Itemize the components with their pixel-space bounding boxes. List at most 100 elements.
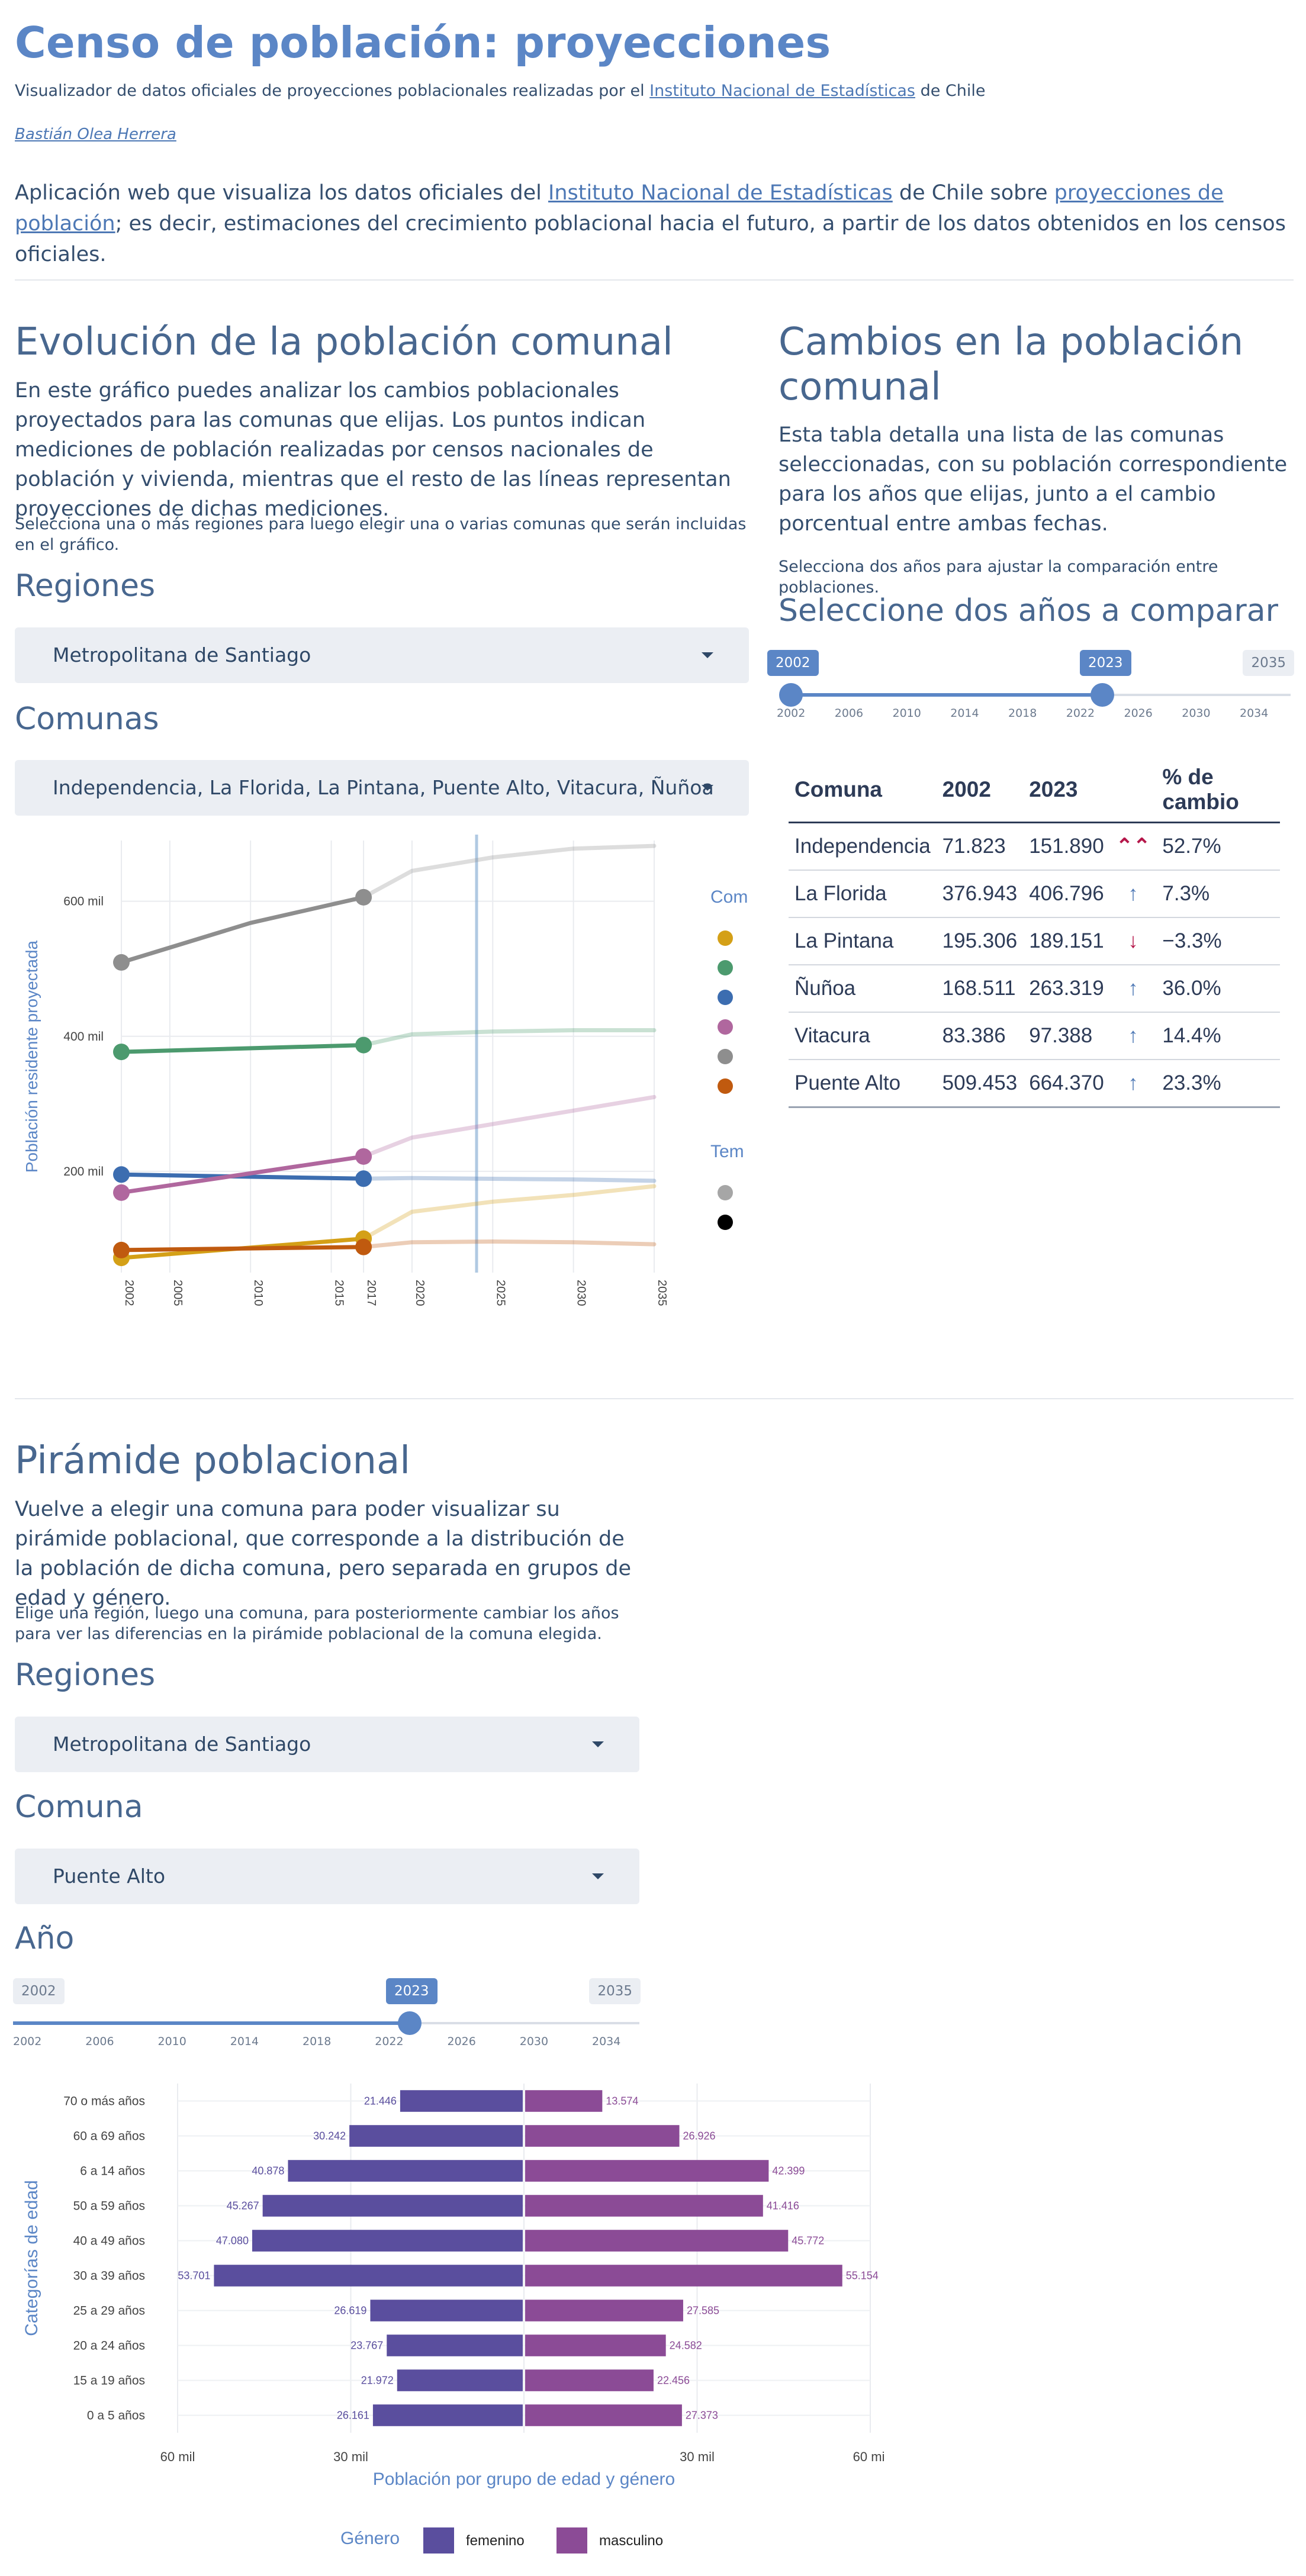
divider (15, 279, 1294, 281)
census-point[interactable] (113, 1044, 130, 1061)
table-row: La Florida 376.943 406.796 ↑ 7.3% (789, 870, 1280, 918)
legend-swatch[interactable] (718, 1049, 733, 1064)
evolucion-title: Evolución de la población comunal (15, 320, 673, 364)
census-point[interactable] (355, 1170, 372, 1187)
cell-year-a: 71.823 (936, 822, 1024, 871)
bar-femenino[interactable] (372, 2404, 523, 2426)
legend-swatch[interactable] (557, 2527, 587, 2554)
slider-tick-label: 2006 (85, 2035, 114, 2048)
bar-femenino[interactable] (252, 2230, 523, 2252)
anio-slider-value: 2023 (386, 1978, 438, 2004)
y-tick-label: 30 a 39 años (73, 2269, 145, 2283)
slider-tick-label: 2018 (1008, 707, 1037, 720)
table-row: Ñuñoa 168.511 263.319 ↑ 36.0% (789, 965, 1280, 1013)
census-point[interactable] (355, 1148, 372, 1165)
legend-swatch[interactable] (718, 1215, 733, 1230)
cell-pct: −3.3% (1156, 917, 1280, 965)
slider-tick-label: 2002 (13, 2035, 42, 2048)
intro-ine-link[interactable]: Instituto Nacional de Estadísticas (548, 181, 893, 205)
cell-comuna: Independencia (789, 822, 937, 871)
bar-femenino[interactable] (288, 2160, 523, 2182)
bar-masculino[interactable] (525, 2090, 603, 2112)
y-tick-label: 6 a 14 años (80, 2165, 145, 2178)
y-tick-label: 400 mil (63, 1030, 104, 1044)
x-tick-label: 2025 (494, 1280, 507, 1306)
ine-link[interactable]: Instituto Nacional de Estadísticas (649, 82, 915, 100)
census-point[interactable] (355, 1036, 372, 1054)
data-label-femenino: 23.767 (350, 2340, 383, 2352)
y-tick-label: 20 a 24 años (73, 2339, 145, 2353)
slider-tick-label: 2010 (157, 2035, 186, 2048)
census-point[interactable] (355, 1238, 372, 1255)
bar-femenino[interactable] (214, 2265, 523, 2287)
bar-masculino[interactable] (525, 2334, 666, 2356)
piramide-regiones-label: Regiones (15, 1657, 156, 1693)
piramide-regiones-select[interactable]: Metropolitana de Santiago (15, 1717, 639, 1772)
legend-swatch[interactable] (423, 2527, 454, 2554)
slider-tick-label: 2022 (1066, 707, 1095, 720)
comparison-table: Comuna 2002 2023 % de cambio Independenc… (789, 758, 1280, 1108)
legend-swatch[interactable] (718, 990, 733, 1005)
anio-slider[interactable]: 2002 2023 2035 2002 2006 2010 2014 2018 2022 2… (13, 1978, 641, 2049)
legend-swatch[interactable] (718, 1185, 733, 1200)
projection-line (361, 1239, 657, 1250)
series-line (119, 1245, 366, 1252)
chevron-down-icon (592, 1741, 604, 1747)
bar-masculino[interactable] (525, 2404, 682, 2426)
slider-tick-label: 2030 (519, 2035, 549, 2048)
year-range-slider[interactable]: 2002 2023 2035 2002 2006 2010 2014 2018 2022 2… (767, 650, 1294, 721)
x-tick-label: 2002 (123, 1280, 136, 1306)
piramide-comuna-select[interactable]: Puente Alto (15, 1849, 639, 1904)
cell-year-b: 151.890 (1023, 822, 1110, 871)
legend-swatch[interactable] (718, 930, 733, 946)
slider-tick-label: 2030 (1182, 707, 1211, 720)
regiones-select[interactable]: Metropolitana de Santiago (15, 627, 749, 683)
legend-label: masculino (599, 2533, 663, 2549)
census-point[interactable] (355, 888, 372, 906)
bar-femenino[interactable] (400, 2090, 523, 2112)
subtitle-text-end: de Chile (915, 82, 986, 100)
table-row: Independencia 71.823 151.890 ⌃⌃ 52.7% (789, 822, 1280, 871)
bar-femenino[interactable] (262, 2195, 523, 2217)
bar-femenino[interactable] (349, 2125, 523, 2147)
piramide-title: Pirámide poblacional (15, 1439, 411, 1483)
cell-pct: 7.3% (1156, 870, 1280, 918)
census-point[interactable] (113, 1241, 130, 1258)
evolucion-hint: Selecciona una o más regiones para luego… (15, 515, 747, 554)
bar-masculino[interactable] (525, 2265, 842, 2287)
census-point[interactable] (113, 954, 130, 971)
piramide-comuna-value: Puente Alto (53, 1865, 166, 1888)
census-point[interactable] (113, 1166, 130, 1183)
census-point[interactable] (113, 1184, 130, 1201)
cell-arrow: ⌃⌃ (1109, 822, 1157, 871)
slider-tick-label: 2018 (303, 2035, 332, 2048)
legend-swatch[interactable] (718, 1078, 733, 1094)
projection-line (361, 1028, 657, 1048)
table-row: Puente Alto 509.453 664.370 ↑ 23.3% (789, 1060, 1280, 1108)
bar-masculino[interactable] (525, 2369, 654, 2391)
slider-tick-label: 2010 (892, 707, 921, 720)
slider-tick-label: 2034 (1240, 707, 1269, 720)
bar-masculino[interactable] (525, 2125, 680, 2147)
author-link[interactable]: Bastián Olea Herrera (15, 125, 176, 143)
bar-masculino[interactable] (525, 2195, 763, 2217)
slider-tick-label: 2022 (375, 2035, 404, 2048)
legend-swatch[interactable] (718, 960, 733, 975)
data-label-masculino: 55.154 (846, 2270, 879, 2282)
col-arrow (1109, 758, 1157, 823)
legend-title-temporal: Tem (710, 1142, 744, 1161)
bar-femenino[interactable] (387, 2334, 523, 2356)
slider-to-label: 2023 (1080, 650, 1131, 676)
bar-femenino[interactable] (370, 2300, 523, 2321)
data-label-femenino: 53.701 (178, 2270, 210, 2282)
piramide-lead: Vuelve a elegir una comuna para poder vi… (15, 1498, 631, 1610)
comunas-select[interactable]: Independencia, La Florida, La Pintana, P… (15, 760, 749, 816)
legend-swatch[interactable] (718, 1019, 733, 1035)
bar-masculino[interactable] (525, 2300, 683, 2321)
bar-femenino[interactable] (397, 2369, 523, 2391)
y-tick-label: 40 a 49 años (73, 2234, 145, 2248)
bar-masculino[interactable] (525, 2230, 789, 2252)
cell-year-b: 263.319 (1023, 965, 1110, 1013)
cell-arrow: ↑ (1109, 870, 1157, 918)
bar-masculino[interactable] (525, 2160, 769, 2182)
